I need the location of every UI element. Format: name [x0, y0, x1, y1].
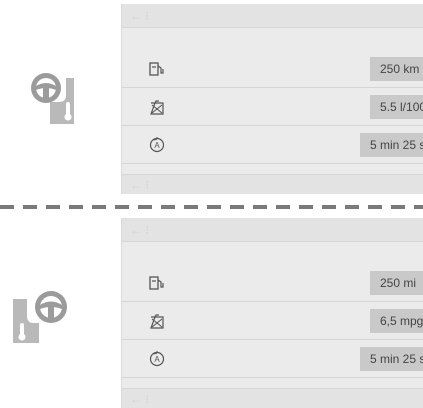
range-row: 250 mi	[122, 264, 423, 302]
back-button-footer[interactable]: ← ⁝	[130, 392, 149, 406]
dashed-divider	[0, 205, 423, 209]
time-row: A 5 min 25 s	[122, 340, 423, 378]
consumption-row: 5.5 l/100	[122, 88, 423, 126]
timer-icon: A	[149, 137, 165, 153]
fuel-range-icon	[149, 276, 164, 290]
fuel-consumption-icon	[150, 100, 164, 115]
trip-computer-panel-metric: ← ⁝ 250 km 5.5 l/100 A 5 min 25 s ← ⁝	[121, 4, 423, 194]
range-value: 250 mi	[370, 271, 423, 295]
time-value: 5 min 25 s	[360, 347, 423, 371]
back-button-footer[interactable]: ← ⁝	[130, 178, 149, 192]
range-value: 250 km	[370, 57, 423, 81]
fuel-consumption-icon	[150, 314, 164, 329]
top-bar: ← ⁝	[122, 218, 423, 242]
consumption-value: 5.5 l/100	[370, 95, 423, 119]
svg-text:A: A	[154, 141, 160, 150]
svg-text:A: A	[154, 355, 160, 364]
bottom-bar: ← ⁝	[122, 174, 423, 194]
time-value: 5 min 25 s	[360, 133, 423, 157]
bottom-bar: ← ⁝	[122, 388, 423, 408]
trip-computer-panel-imperial: ← ⁝ 250 mi 6,5 mpg A 5 min 25 s ← ⁝	[121, 218, 423, 408]
timer-icon: A	[149, 351, 165, 367]
right-hand-drive-icon	[13, 289, 71, 343]
time-row: A 5 min 25 s	[122, 126, 423, 164]
fuel-range-icon	[149, 62, 164, 76]
back-button[interactable]: ← ⁝	[130, 223, 149, 237]
back-button[interactable]: ← ⁝	[130, 9, 149, 23]
top-bar: ← ⁝	[122, 4, 423, 28]
consumption-row: 6,5 mpg	[122, 302, 423, 340]
left-hand-drive-icon	[24, 72, 74, 124]
consumption-value: 6,5 mpg	[370, 309, 423, 333]
range-row: 250 km	[122, 50, 423, 88]
